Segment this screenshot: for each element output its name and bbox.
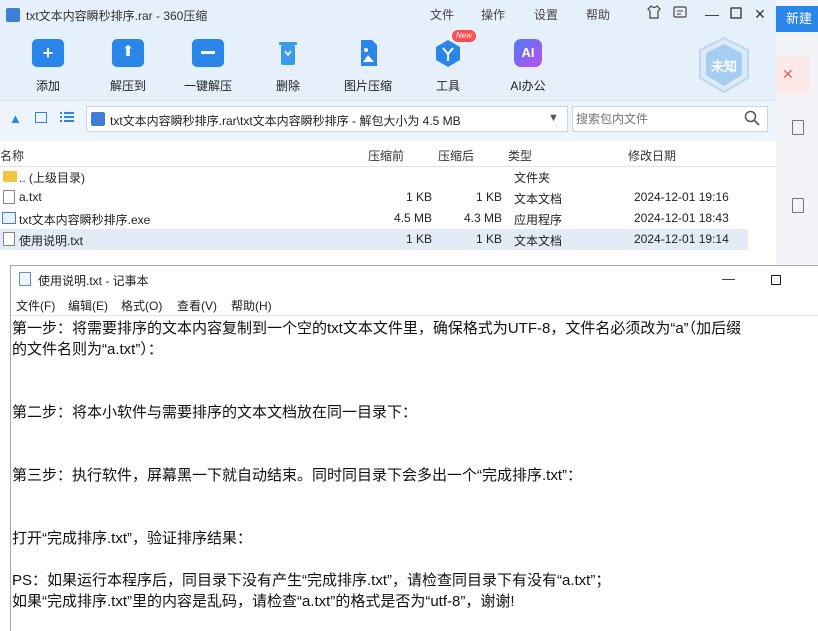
column-modified[interactable]: 修改日期 [628,147,676,164]
column-compressed-before[interactable]: 压缩前 [368,147,404,164]
menu-help[interactable]: 帮助(H) [231,297,272,314]
text-line: 如果“完成排序.txt”里的内容是乱码，请检查“a.txt”的格式是否为“utf… [12,593,515,610]
extract-to-icon: ⬆ [112,39,144,67]
notepad-text-area[interactable]: 第一步：将需要排序的文本内容复制到一个空的txt文本文件里，确保格式为UTF-8… [12,318,818,612]
text-line [12,423,818,444]
ai-icon: AI [514,39,542,67]
exe-file-icon [2,212,16,224]
feedback-icon[interactable] [670,4,690,24]
one-click-extract-button[interactable]: 一键解压 [172,36,244,96]
folder-icon [3,171,17,182]
list-view-icon[interactable] [60,111,74,123]
column-type[interactable]: 类型 [508,147,532,164]
text-line: 打开“完成排序.txt”，验证排序结果： [12,530,252,547]
skin-icon[interactable] [644,4,664,24]
delete-button[interactable]: 删除 [252,36,324,96]
menu-view[interactable]: 查看(V) [177,297,217,314]
one-click-extract-icon [192,39,224,67]
trash-icon [272,39,304,67]
archiver-window: txt文本内容瞬秒排序.rar - 360压缩 文件 操作 设置 帮助 — ✕ … [0,0,776,262]
minimize-icon[interactable]: — [702,4,722,24]
table-row[interactable]: a.txt 1 KB 1 KB 文本文档 2024-12-01 19:16 [0,187,748,208]
table-row[interactable]: txt文本内容瞬秒排序.exe 4.5 MB 4.3 MB 应用程序 2024-… [0,208,748,229]
document-icon[interactable] [792,198,804,213]
close-icon[interactable]: ✕ [750,4,770,24]
add-icon: + [32,39,64,67]
ai-office-button[interactable]: AI AI办公 [492,36,564,96]
table-row[interactable]: .. (上级目录) 文件夹 [0,166,748,187]
menu-help[interactable]: 帮助 [586,6,610,23]
document-icon[interactable] [792,120,804,135]
text-line: 的文件名则为“a.txt”）： [12,341,163,358]
text-line: 第一步：将需要排序的文本内容复制到一个空的txt文本文件里，确保格式为UTF-8… [12,320,742,337]
menu-settings[interactable]: 设置 [534,6,558,23]
tools-icon [432,39,464,67]
column-name[interactable]: 名称 [0,147,24,164]
text-file-icon [3,190,15,204]
chevron-down-icon[interactable]: ▼ [548,112,559,124]
menu-operation[interactable]: 操作 [481,6,505,23]
menu-file[interactable]: 文件(F) [16,297,55,314]
text-line: 第三步：执行软件，屏幕黑一下就自动结束。同时同目录下会多出一个“完成排序.txt… [12,467,582,484]
column-compressed-after[interactable]: 压缩后 [438,147,474,164]
menu-edit[interactable]: 编辑(E) [68,297,108,314]
menu-format[interactable]: 格式(O) [121,297,162,314]
menu-file[interactable]: 文件 [430,6,454,23]
text-line: PS：如果运行本程序后，同目录下没有产生“完成排序.txt”，请检查同目录下有没… [12,572,611,589]
extract-to-button[interactable]: ⬆ 解压到 [92,36,164,96]
image-compress-icon [352,39,384,67]
up-arrow-icon[interactable]: ▲ [9,111,23,126]
search-icon[interactable] [744,110,760,126]
notepad-title: 使用说明.txt - 记事本 [38,274,149,288]
close-icon[interactable]: ✕ [782,66,794,83]
text-line [12,360,818,381]
image-compress-button[interactable]: 图片压缩 [332,36,404,96]
archive-icon [91,112,105,126]
text-line [12,549,818,570]
text-line [12,444,818,465]
text-file-icon [3,232,15,246]
path-text: txt文本内容瞬秒排序.rar\txt文本内容瞬秒排序 - 解包大小为 4.5 … [110,114,461,128]
window-title: txt文本内容瞬秒排序.rar - 360压缩 [26,9,208,23]
text-line [12,507,818,528]
maximize-icon[interactable] [771,275,781,285]
security-shield-icon[interactable]: 未知 [696,36,752,94]
text-line [12,486,818,507]
add-button[interactable]: + 添加 [12,36,84,96]
text-line [12,381,818,402]
thumbnail-view-icon[interactable] [35,112,47,123]
minimize-icon[interactable]: — [722,271,735,286]
search-input[interactable] [576,110,736,128]
table-row-selected[interactable]: 使用说明.txt 1 KB 1 KB 文本文档 2024-12-01 19:14 [0,229,748,250]
archive-icon [6,8,20,22]
tools-button[interactable]: New 工具 [412,30,484,96]
menu-divider [11,315,818,316]
text-line: 第二步：将本小软件与需要排序的文本文档放在同一目录下： [12,404,418,421]
maximize-icon[interactable] [726,4,746,24]
notepad-icon [19,272,31,286]
new-badge: New [452,30,477,42]
